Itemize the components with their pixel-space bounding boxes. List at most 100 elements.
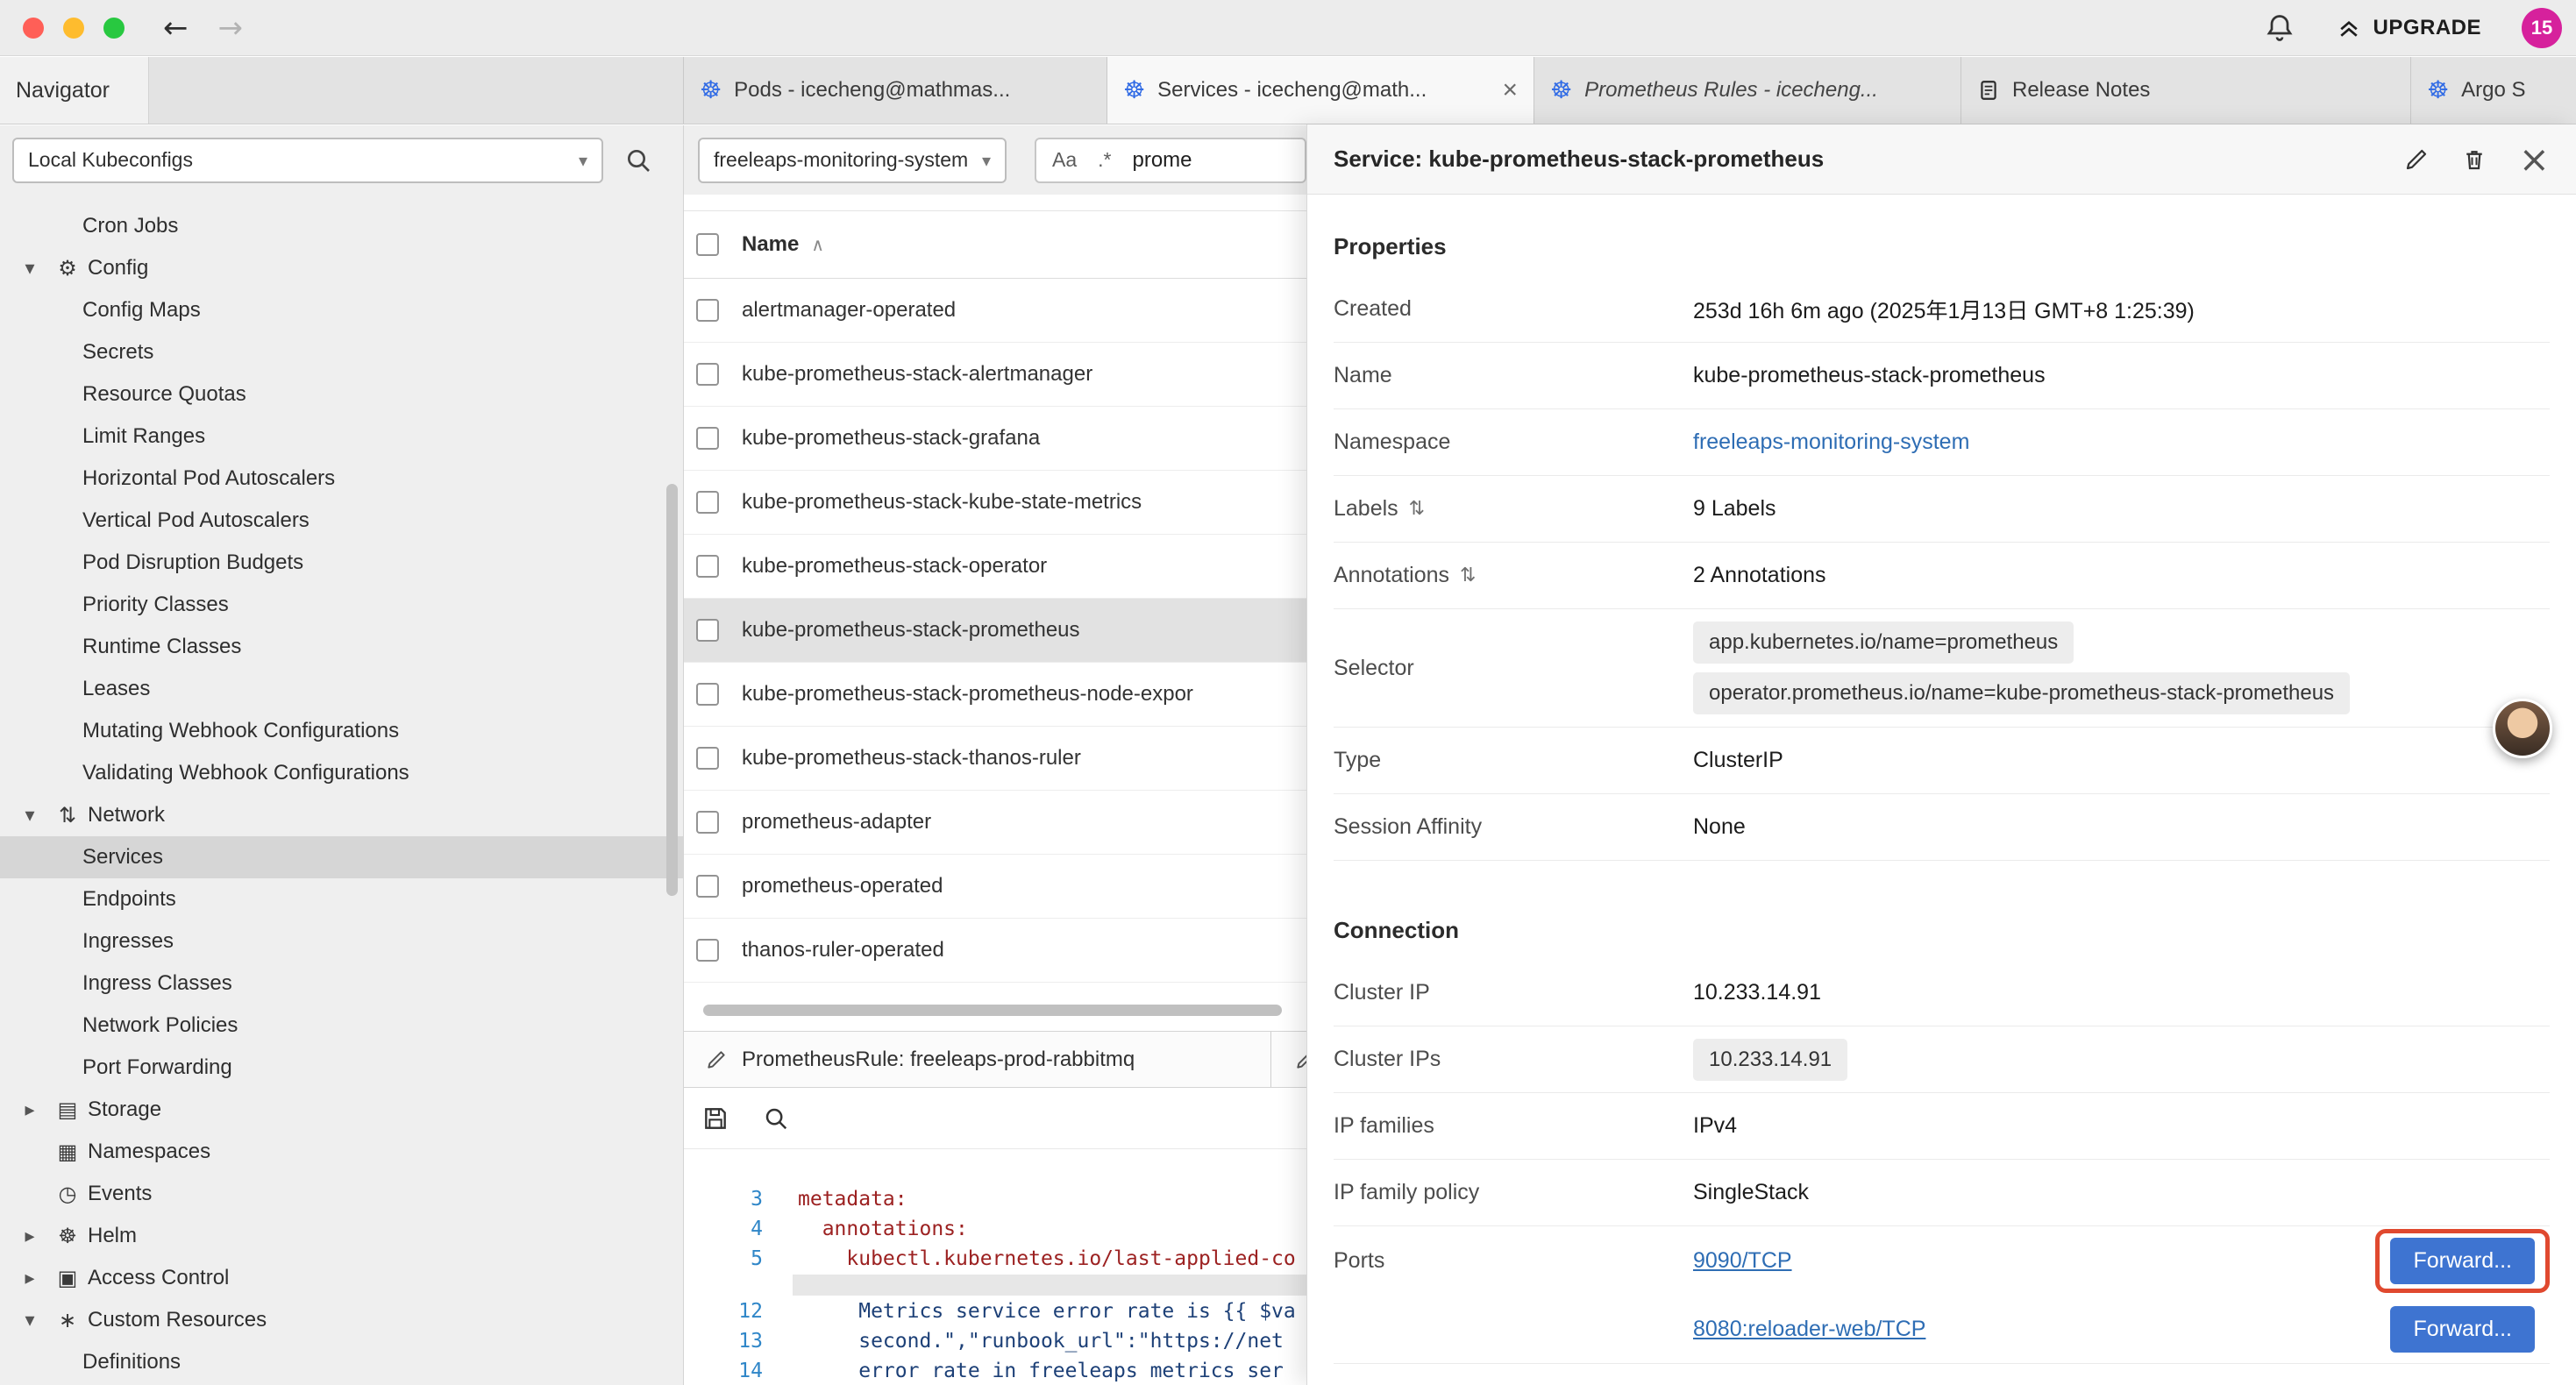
back-arrow-icon[interactable]: ← (163, 13, 189, 43)
tree-chevron-icon[interactable]: ▸ (12, 1099, 47, 1121)
table-row[interactable]: alertmanager-operated (684, 279, 1306, 343)
sidebar-tree-item[interactable]: ▸ ▣ Access Control (0, 1257, 683, 1299)
sidebar-tree-item[interactable]: Port Forwarding (0, 1047, 683, 1089)
row-checkbox[interactable] (696, 875, 719, 898)
edit-pencil-icon[interactable] (2403, 146, 2430, 173)
dock-tab-next[interactable] (1271, 1032, 1306, 1087)
tree-chevron-icon[interactable]: ▸ (12, 1268, 47, 1289)
port-forward-button[interactable]: Forward... (2390, 1306, 2535, 1353)
table-row[interactable]: thanos-ruler-operated (684, 919, 1306, 983)
tree-chevron-icon[interactable]: ▾ (12, 258, 47, 280)
sort-updown-icon[interactable]: ⇅ (1460, 565, 1476, 586)
tree-chevron-icon[interactable]: ▾ (12, 1310, 47, 1332)
sort-ascending-icon[interactable]: ∧ (811, 234, 824, 255)
table-row[interactable]: prometheus-adapter (684, 791, 1306, 855)
row-checkbox[interactable] (696, 427, 719, 450)
sidebar-scrollbar-thumb[interactable] (666, 484, 678, 896)
sidebar-tree-item[interactable]: Ingress Classes (0, 962, 683, 1005)
select-all-checkbox[interactable] (696, 233, 719, 256)
port-link[interactable]: 8080:reloader-web/TCP (1693, 1317, 1925, 1342)
save-icon[interactable] (701, 1104, 729, 1133)
table-row[interactable]: kube-prometheus-stack-grafana (684, 407, 1306, 471)
labels-count[interactable]: 9 Labels (1693, 496, 1776, 522)
row-checkbox[interactable] (696, 555, 719, 578)
case-sensitive-toggle[interactable]: Aa (1052, 148, 1077, 172)
sidebar-tree-item[interactable]: ▸ ▤ Storage (0, 1089, 683, 1131)
namespace-link[interactable]: freeleaps-monitoring-system (1693, 430, 1969, 455)
sort-updown-icon[interactable]: ⇅ (1409, 498, 1425, 520)
sidebar-tree-item[interactable]: Cron Jobs (0, 205, 683, 247)
row-checkbox[interactable] (696, 491, 719, 514)
sidebar-tree-item[interactable]: ▸ ☸ Helm (0, 1215, 683, 1257)
sidebar-tree-item[interactable]: Limit Ranges (0, 416, 683, 458)
sidebar-tree-item[interactable]: Config Maps (0, 289, 683, 331)
sidebar-tree-item[interactable]: Resource Quotas (0, 373, 683, 416)
sidebar-tree-item[interactable]: ▾ ∗ Custom Resources (0, 1299, 683, 1341)
kubeconfig-dropdown[interactable]: Local Kubeconfigs ▾ (12, 138, 603, 183)
sidebar-tree-item[interactable]: ▾ ⚙ Config (0, 247, 683, 289)
table-row[interactable]: kube-prometheus-stack-prometheus-node-ex… (684, 663, 1306, 727)
sidebar-tree-item[interactable]: Mutating Webhook Configurations (0, 710, 683, 752)
table-row[interactable]: kube-prometheus-stack-kube-state-metrics (684, 471, 1306, 535)
sidebar-tree-item[interactable]: Ingresses (0, 920, 683, 962)
row-checkbox[interactable] (696, 811, 719, 834)
sidebar-tree-item[interactable]: Leases (0, 668, 683, 710)
notification-count-badge[interactable]: 15 (2522, 8, 2562, 48)
sidebar-tree-item[interactable]: Horizontal Pod Autoscalers (0, 458, 683, 500)
sidebar-tree-item[interactable]: ◷ Events (0, 1173, 683, 1215)
sidebar-tree-item[interactable]: Vertical Pod Autoscalers (0, 500, 683, 542)
tree-chevron-icon[interactable]: ▸ (12, 1225, 47, 1247)
tree-chevron-icon[interactable]: ▾ (12, 805, 47, 827)
sidebar-tree-item[interactable]: Network Policies (0, 1005, 683, 1047)
row-checkbox[interactable] (696, 619, 719, 642)
row-checkbox[interactable] (696, 363, 719, 386)
close-window-button[interactable] (23, 18, 44, 39)
annotations-count[interactable]: 2 Annotations (1693, 563, 1826, 588)
table-row[interactable]: kube-prometheus-stack-alertmanager (684, 343, 1306, 407)
table-row[interactable]: kube-prometheus-stack-thanos-ruler (684, 727, 1306, 791)
search-input[interactable]: Aa .* prome (1035, 138, 1306, 183)
cluster-tab[interactable]: ☸ Services - icecheng@math... × (1107, 57, 1534, 124)
sidebar-tree-item[interactable]: ▾ ⇅ Network (0, 794, 683, 836)
cluster-tab[interactable]: ☸ Release Notes (1961, 57, 2411, 124)
table-row[interactable]: kube-prometheus-stack-operator (684, 535, 1306, 599)
zoom-window-button[interactable] (103, 18, 125, 39)
row-checkbox[interactable] (696, 747, 719, 770)
horizontal-scrollbar-thumb[interactable] (703, 1005, 1282, 1016)
name-column-header[interactable]: Name (742, 232, 799, 257)
forward-arrow-icon[interactable]: → (218, 13, 244, 43)
sidebar-tree-item[interactable]: ▦ Namespaces (0, 1131, 683, 1173)
navigator-panel-tab[interactable]: Navigator (0, 57, 149, 124)
sidebar-search-icon[interactable] (624, 146, 652, 174)
row-checkbox[interactable] (696, 939, 719, 962)
cluster-tab[interactable]: ☸ Prometheus Rules - icecheng... (1534, 57, 1961, 124)
port-link[interactable]: 9090/TCP (1693, 1248, 1792, 1274)
sidebar-tree-item[interactable]: Secrets (0, 331, 683, 373)
sidebar-tree-item[interactable]: Endpoints (0, 878, 683, 920)
upgrade-button[interactable]: UPGRADE (2336, 15, 2481, 41)
sidebar-tree-item[interactable]: Services (0, 836, 683, 878)
sidebar-tree-item[interactable]: Pod Disruption Budgets (0, 542, 683, 584)
row-checkbox[interactable] (696, 299, 719, 322)
table-row[interactable]: kube-prometheus-stack-prometheus (684, 599, 1306, 663)
sidebar-tree-item[interactable]: Definitions (0, 1341, 683, 1383)
editor-search-icon[interactable] (763, 1105, 789, 1132)
floating-user-avatar[interactable] (2493, 699, 2552, 758)
cluster-tab[interactable]: ☸ Pods - icecheng@mathmas... (684, 57, 1107, 124)
notifications-bell-icon[interactable] (2264, 12, 2295, 44)
cluster-tab[interactable]: ☸ Argo S (2411, 57, 2576, 124)
row-checkbox[interactable] (696, 683, 719, 706)
sidebar-tree-item[interactable]: Priority Classes (0, 584, 683, 626)
yaml-editor[interactable]: 3 metadata: 4 annotations: 5 kubectl.kub… (684, 1149, 1306, 1385)
dock-tab-prometheusrule[interactable]: PrometheusRule: freeleaps-prod-rabbitmq (684, 1032, 1271, 1087)
table-row[interactable]: prometheus-operated (684, 855, 1306, 919)
close-icon[interactable]: × (2519, 141, 2550, 178)
sidebar-tree-item[interactable]: Runtime Classes (0, 626, 683, 668)
namespace-dropdown[interactable]: freeleaps-monitoring-system ▾ (698, 138, 1007, 183)
port-forward-button[interactable]: Forward... (2390, 1238, 2535, 1284)
tab-close-icon[interactable]: × (1502, 77, 1518, 103)
minimize-window-button[interactable] (63, 18, 84, 39)
delete-trash-icon[interactable] (2461, 146, 2487, 173)
regex-toggle[interactable]: .* (1098, 148, 1111, 172)
sidebar-tree-item[interactable]: Validating Webhook Configurations (0, 752, 683, 794)
